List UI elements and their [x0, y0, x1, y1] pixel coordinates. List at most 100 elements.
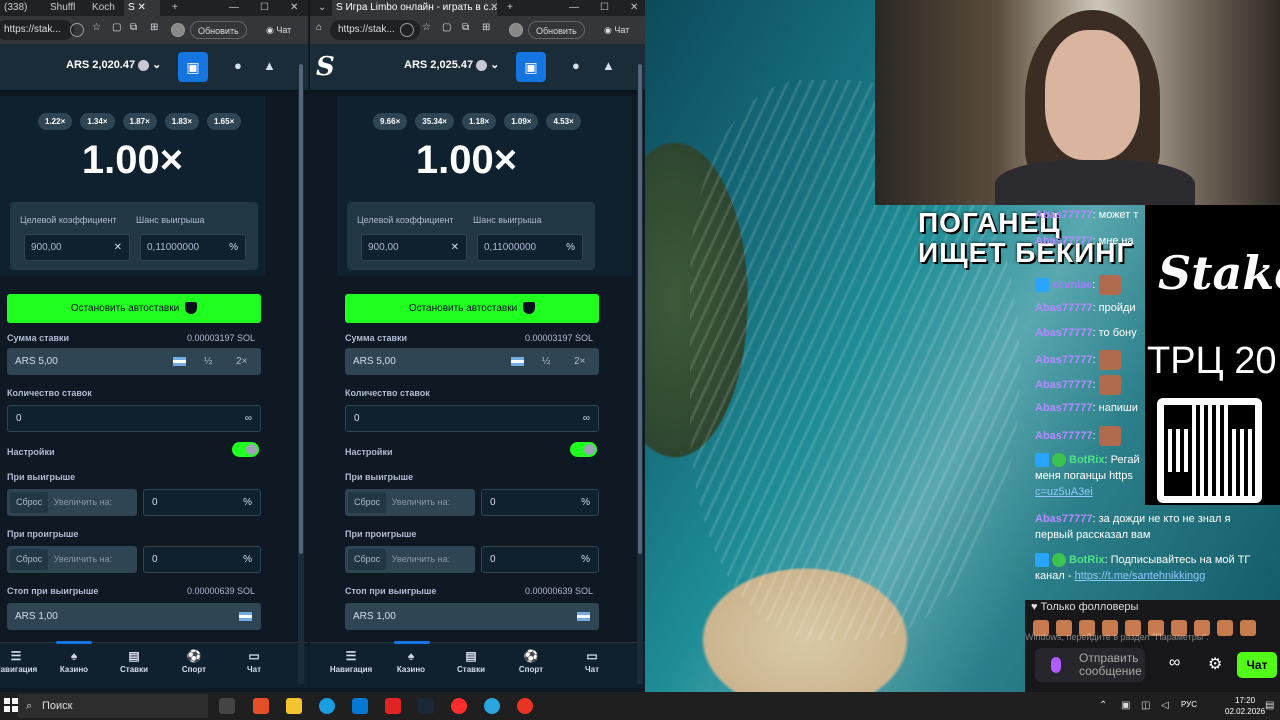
- update-button[interactable]: Обновить: [190, 21, 247, 39]
- balance-display[interactable]: ARS 2,025.47 ⌄: [404, 58, 499, 71]
- double-button[interactable]: 2×: [574, 348, 585, 375]
- close-icon[interactable]: ✕: [114, 235, 122, 260]
- stop-autobet-button[interactable]: Остановить автоставки: [345, 294, 599, 323]
- infinity-icon[interactable]: ∞: [245, 406, 252, 431]
- bet-amount-input[interactable]: ARS 5,00 ½ 2×: [345, 348, 599, 375]
- browser-tab[interactable]: Shuffl: [46, 0, 75, 16]
- mic-icon[interactable]: [1051, 657, 1061, 673]
- infinity-icon[interactable]: ∞: [583, 406, 590, 431]
- browser-tab-active[interactable]: S Игра Limbo онлайн - играть в с...: [332, 0, 497, 16]
- lock-icon[interactable]: ⌂: [316, 22, 322, 33]
- input-language[interactable]: РУС: [1181, 700, 1197, 709]
- url-field[interactable]: https://stak...: [0, 20, 74, 40]
- copilot-chat-button[interactable]: ◉ Чат: [266, 21, 291, 39]
- on-loss-percent-input[interactable]: 0%: [481, 546, 599, 573]
- target-multiplier-input[interactable]: 900,00 ✕: [361, 234, 467, 261]
- maximize-icon[interactable]: ☐: [256, 0, 269, 16]
- scrollbar[interactable]: [637, 44, 643, 684]
- mail-icon[interactable]: [352, 698, 368, 714]
- edge-icon[interactable]: [319, 698, 335, 714]
- nav-chat[interactable]: ▭ Чат: [232, 643, 276, 674]
- profile-icon[interactable]: [509, 23, 523, 37]
- wallet-button[interactable]: ▣: [516, 52, 546, 82]
- double-button[interactable]: 2×: [236, 348, 247, 375]
- copilot-chat-button[interactable]: ◉ Чат: [604, 21, 629, 39]
- reset-button[interactable]: Сброс: [10, 492, 49, 513]
- tabs-icon[interactable]: ▢: [112, 22, 121, 33]
- telegram-link[interactable]: https://t.me/santehnikkingg: [1075, 570, 1206, 582]
- nav-browse[interactable]: ☰Навигация: [329, 643, 373, 674]
- notifications-icon[interactable]: ▲: [263, 58, 276, 73]
- half-button[interactable]: ½: [204, 348, 212, 375]
- close-icon[interactable]: ✕: [626, 0, 638, 16]
- stop-autobet-button[interactable]: Остановить автоставки: [7, 294, 261, 323]
- notifications-icon[interactable]: ▲: [602, 58, 615, 73]
- task-view-icon[interactable]: [219, 698, 235, 714]
- minimize-icon[interactable]: —: [565, 0, 579, 16]
- reset-button[interactable]: Сброс: [348, 492, 387, 513]
- advanced-settings-toggle[interactable]: [232, 442, 259, 457]
- on-win-mode[interactable]: Сброс Увеличить на:: [7, 489, 137, 516]
- browser-tab[interactable]: (338): [0, 0, 27, 16]
- site-info-icon[interactable]: [70, 23, 84, 37]
- on-loss-percent-input[interactable]: 0%: [143, 546, 261, 573]
- on-win-mode[interactable]: Сброс Увеличить на:: [345, 489, 475, 516]
- tray-overflow-icon[interactable]: ⌃: [1099, 700, 1107, 711]
- browser-tab[interactable]: Koch: [88, 0, 115, 16]
- taskbar-search[interactable]: ⌕ Поиск: [18, 694, 208, 718]
- number-of-bets-input[interactable]: 0 ∞: [7, 405, 261, 432]
- network-icon[interactable]: ◫: [1141, 700, 1150, 711]
- half-button[interactable]: ½: [542, 348, 550, 375]
- star-icon[interactable]: ☆: [92, 22, 101, 33]
- increase-by-option[interactable]: Увеличить на:: [392, 497, 450, 507]
- increase-by-option[interactable]: Увеличить на:: [54, 497, 112, 507]
- chat-send-button[interactable]: Чат: [1237, 652, 1277, 678]
- on-loss-mode[interactable]: Сброс Увеличить на:: [345, 546, 475, 573]
- wallet-button[interactable]: ▣: [178, 52, 208, 82]
- extensions-icon[interactable]: ⧉: [462, 22, 469, 33]
- site-info-icon[interactable]: [400, 23, 414, 37]
- number-of-bets-input[interactable]: 0 ∞: [345, 405, 599, 432]
- nav-bets[interactable]: ▤ Ставки: [449, 643, 493, 674]
- extensions-icon[interactable]: ⧉: [130, 22, 137, 33]
- chat-settings-icon[interactable]: ⚙: [1208, 654, 1222, 674]
- emote-picker-icon[interactable]: ∞: [1169, 654, 1180, 672]
- collections-icon[interactable]: ⊞: [150, 22, 158, 33]
- win-chance-input[interactable]: 0,11000000%: [140, 234, 246, 261]
- stake-s-logo[interactable]: S: [316, 52, 335, 82]
- minimize-icon[interactable]: —: [225, 0, 239, 16]
- stop-on-win-input[interactable]: ARS 1,00: [7, 603, 261, 630]
- new-tab-icon[interactable]: +: [503, 0, 513, 16]
- scrollbar[interactable]: [298, 44, 304, 684]
- star-icon[interactable]: ☆: [422, 22, 431, 33]
- nav-casino[interactable]: ♠ Казино: [389, 643, 433, 674]
- balance-display[interactable]: ARS 2,020.47 ⌄: [66, 58, 161, 71]
- windows-start-icon[interactable]: [4, 698, 18, 712]
- yandex-icon[interactable]: [385, 698, 401, 714]
- tab-list-icon[interactable]: ⌄: [314, 0, 326, 16]
- win-chance-input[interactable]: 0,11000000%: [477, 234, 583, 261]
- close-icon[interactable]: ✕: [451, 235, 459, 260]
- tabs-icon[interactable]: ▢: [442, 22, 451, 33]
- browser-tab-active[interactable]: S ✕: [124, 0, 160, 16]
- reset-button[interactable]: Сброс: [348, 549, 387, 570]
- on-win-percent-input[interactable]: 0%: [481, 489, 599, 516]
- close-tab-icon[interactable]: ✕: [486, 0, 498, 16]
- user-icon[interactable]: ●: [572, 58, 580, 73]
- taskbar-clock[interactable]: 17:20 02.02.2026: [1225, 695, 1265, 717]
- notification-center-icon[interactable]: ▤: [1265, 700, 1274, 711]
- maximize-icon[interactable]: ☐: [596, 0, 609, 16]
- target-multiplier-input[interactable]: 900,00 ✕: [24, 234, 130, 261]
- reset-button[interactable]: Сброс: [10, 549, 49, 570]
- telegram-icon[interactable]: [484, 698, 500, 714]
- increase-by-option[interactable]: Увеличить на:: [392, 554, 450, 564]
- steam-icon[interactable]: [418, 698, 434, 714]
- profile-icon[interactable]: [171, 23, 185, 37]
- nav-browse[interactable]: ☰Навигация: [0, 643, 38, 674]
- store-icon[interactable]: [253, 698, 269, 714]
- volume-icon[interactable]: ◁: [1161, 700, 1169, 711]
- stop-on-win-input[interactable]: ARS 1,00: [345, 603, 599, 630]
- bet-amount-input[interactable]: ARS 5,00 ½ 2×: [7, 348, 261, 375]
- new-tab-icon[interactable]: +: [168, 0, 178, 16]
- close-icon[interactable]: ✕: [286, 0, 298, 16]
